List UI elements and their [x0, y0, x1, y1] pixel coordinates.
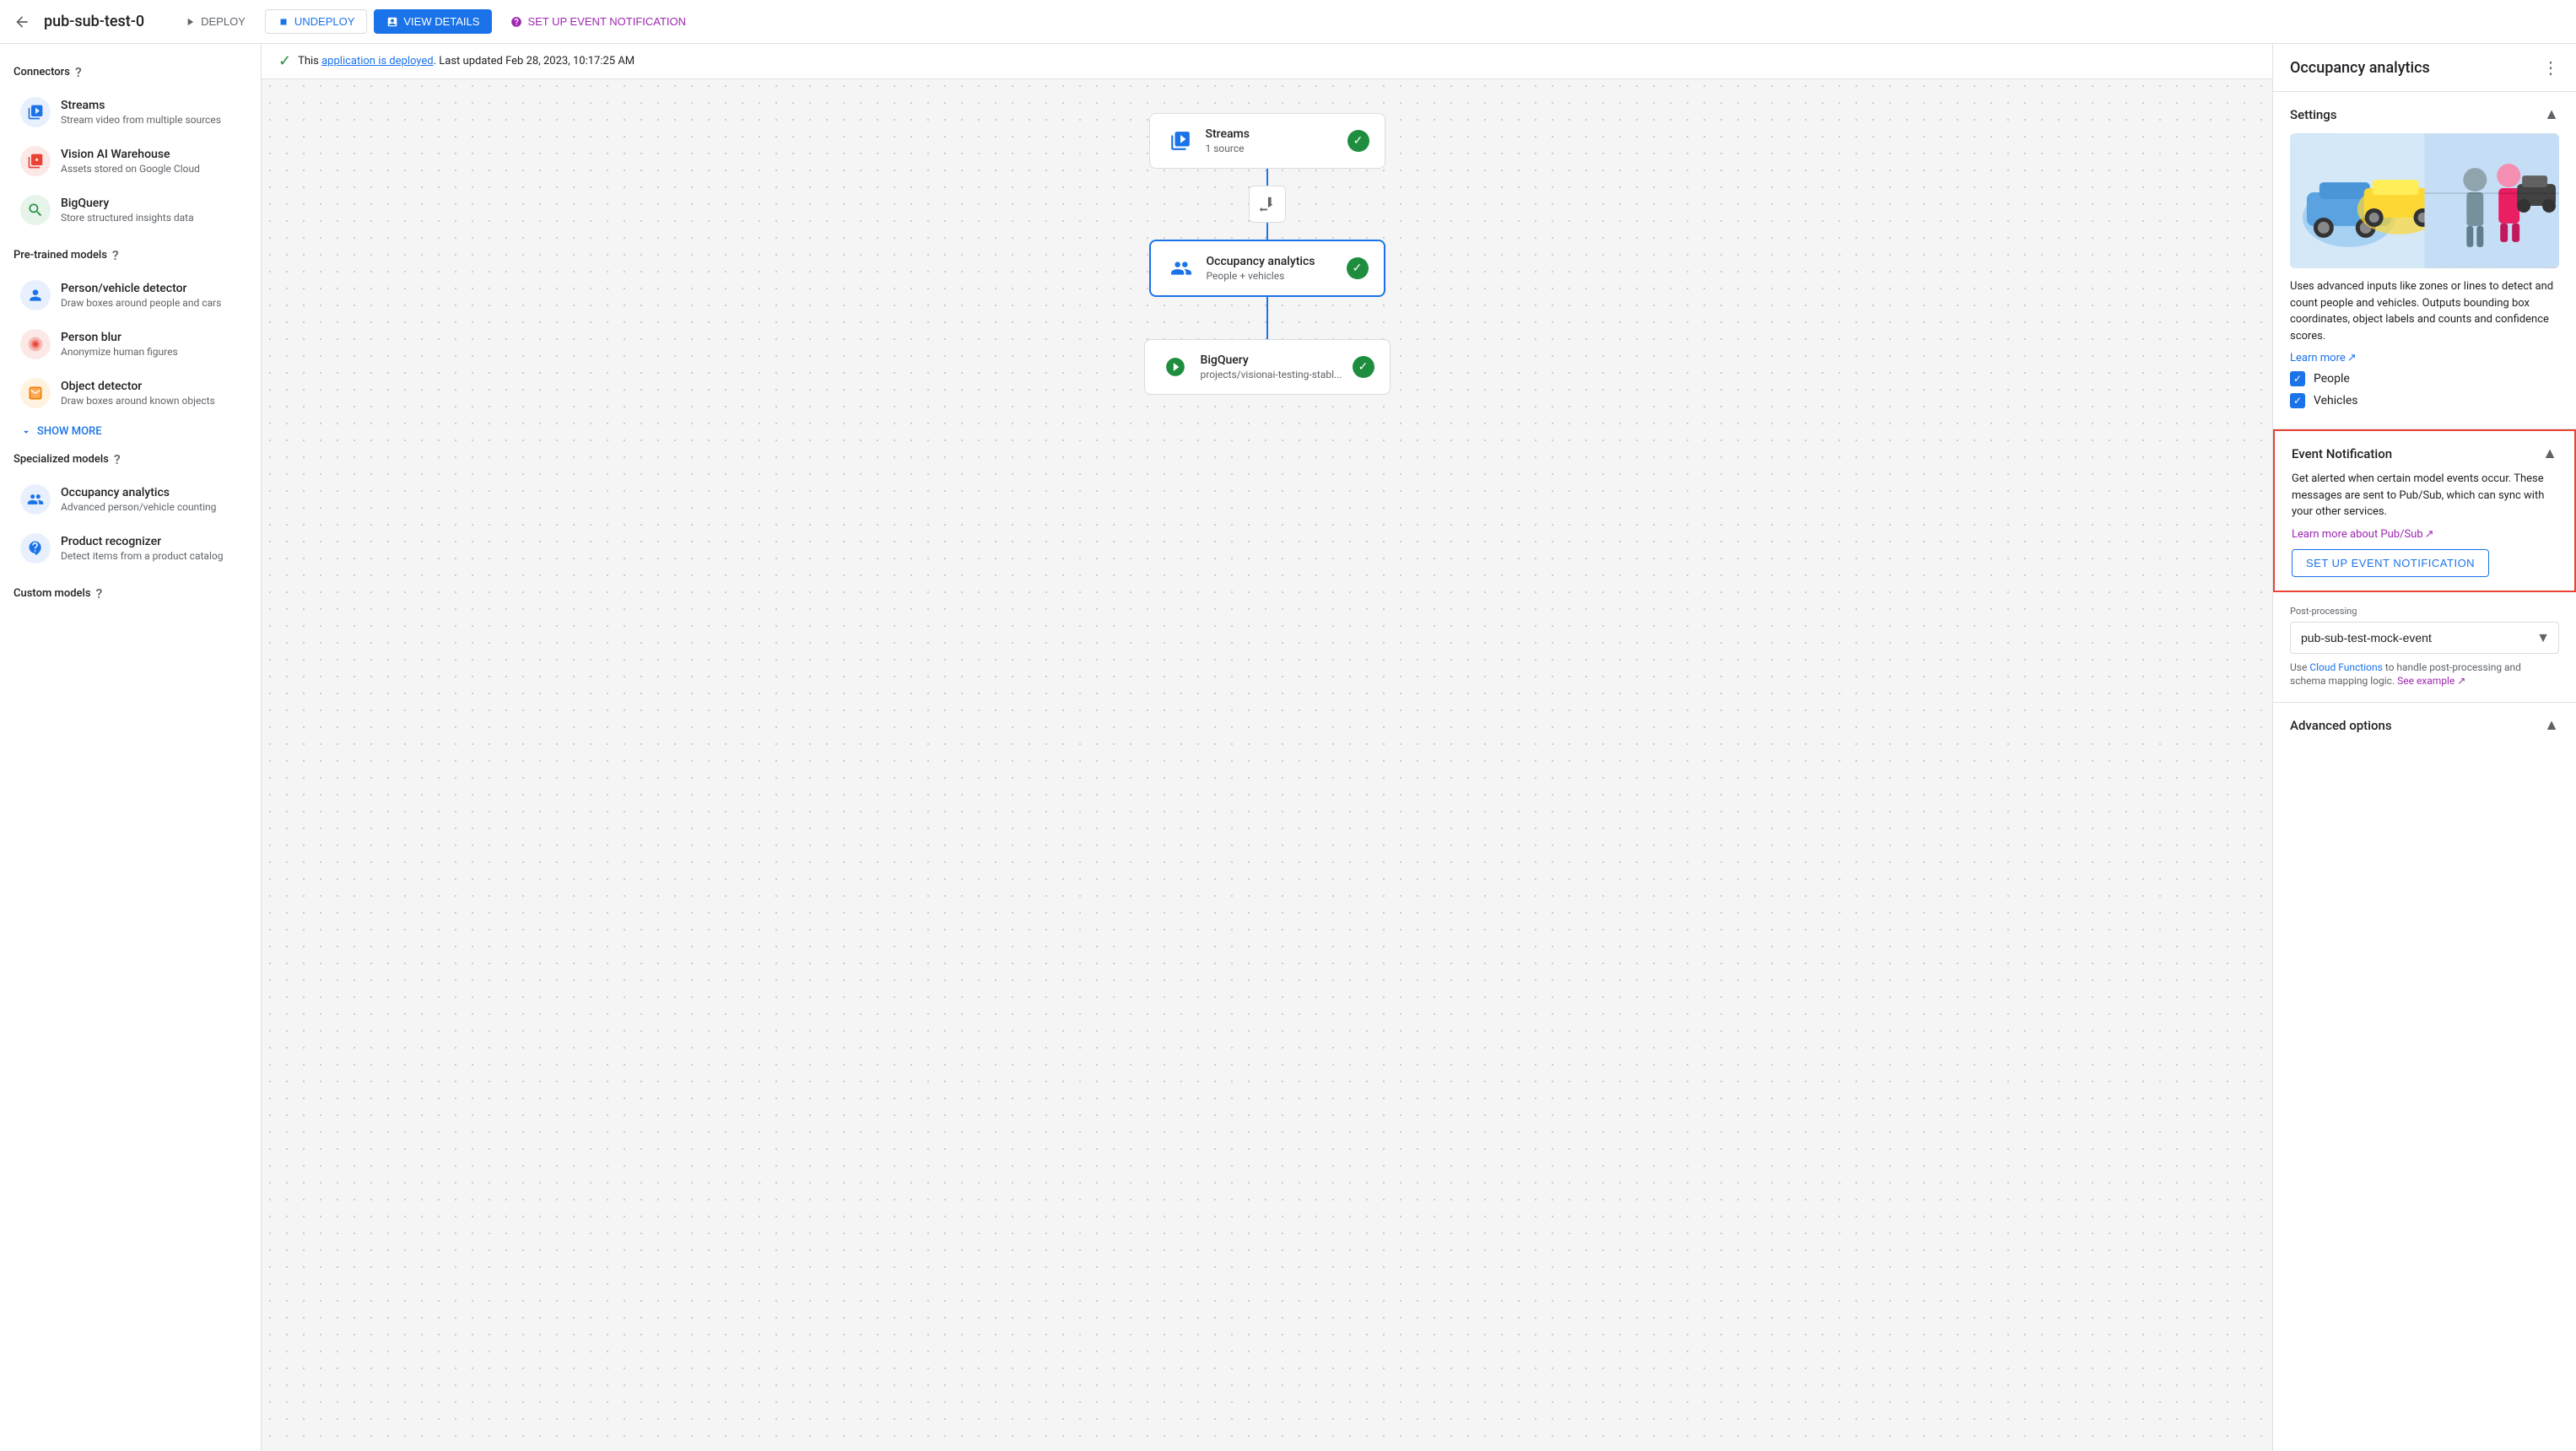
person-blur-icon: [20, 329, 51, 359]
post-processing-select[interactable]: pub-sub-test-mock-event: [2291, 623, 2558, 653]
analytics-illustration: [2290, 133, 2559, 268]
settings-description: Uses advanced inputs like zones or lines…: [2290, 278, 2559, 344]
setup-event-notification-button[interactable]: SET UP EVENT NOTIFICATION: [2292, 549, 2489, 577]
sidebar-item-occupancy[interactable]: Occupancy analytics Advanced person/vehi…: [7, 476, 254, 523]
flow-diagram: Streams 1 source ✓: [262, 79, 2272, 501]
post-processing-label: Post-processing: [2290, 606, 2559, 617]
canvas-area: ✓ This application is deployed. Last upd…: [262, 44, 2272, 1451]
topbar-actions: DEPLOY UNDEPLOY VIEW DETAILS SET UP EVEN…: [171, 9, 698, 34]
connector-2: [1266, 297, 1268, 339]
panel-menu-button[interactable]: ⋮: [2542, 57, 2559, 78]
flow-streams-icon: [1165, 126, 1196, 156]
sidebar-item-streams[interactable]: Streams Stream video from multiple sourc…: [7, 89, 254, 136]
streams-icon: [20, 97, 51, 127]
right-panel-title: Occupancy analytics: [2290, 59, 2430, 77]
bigquery-icon: [20, 195, 51, 225]
vision-icon: [20, 146, 51, 176]
setup-event-button[interactable]: SET UP EVENT NOTIFICATION: [499, 10, 698, 33]
back-button[interactable]: [14, 13, 30, 30]
people-label: People: [2314, 372, 2350, 386]
post-processing-desc: Use Cloud Functions to handle post-proce…: [2290, 661, 2559, 689]
deploy-button[interactable]: DEPLOY: [171, 9, 258, 34]
settings-title: Settings: [2290, 107, 2337, 122]
right-panel: Occupancy analytics ⋮ Settings ▲: [2272, 44, 2576, 1451]
status-bar: ✓ This application is deployed. Last upd…: [262, 44, 2272, 79]
see-example-link[interactable]: See example ↗: [2397, 675, 2465, 687]
transform-box: [1249, 186, 1286, 223]
bigquery-check-icon: ✓: [1353, 356, 1374, 378]
vehicles-checkbox-row: ✓ Vehicles: [2290, 393, 2559, 408]
sidebar-item-bigquery[interactable]: BigQuery Store structured insights data: [7, 186, 254, 234]
advanced-collapse-button[interactable]: ▲: [2544, 716, 2559, 734]
undeploy-button[interactable]: UNDEPLOY: [265, 9, 368, 34]
deployed-link[interactable]: application is deployed: [321, 55, 434, 67]
occupancy-check-icon: ✓: [1347, 257, 1369, 279]
person-vehicle-icon: [20, 280, 51, 310]
page-title: pub-sub-test-0: [44, 13, 144, 30]
post-processing-select-wrapper: pub-sub-test-mock-event ▼: [2290, 622, 2559, 654]
cloud-functions-link[interactable]: Cloud Functions: [2309, 661, 2382, 673]
connector-1: [1249, 169, 1286, 240]
main-layout: Connectors ? Streams Stream video from m…: [0, 44, 2576, 1451]
specialized-section-title: Specialized models ?: [0, 445, 261, 474]
event-collapse-button[interactable]: ▲: [2542, 445, 2557, 462]
flow-occupancy-icon: [1166, 253, 1196, 283]
custom-help-icon[interactable]: ?: [96, 585, 103, 601]
learn-more-link[interactable]: Learn more ↗: [2290, 352, 2357, 364]
custom-section-title: Custom models ?: [0, 579, 261, 608]
sidebar: Connectors ? Streams Stream video from m…: [0, 44, 262, 1451]
show-more-button[interactable]: SHOW MORE: [0, 418, 261, 445]
sidebar-item-person-vehicle[interactable]: Person/vehicle detector Draw boxes aroun…: [7, 272, 254, 319]
topbar: pub-sub-test-0 DEPLOY UNDEPLOY VIEW DETA…: [0, 0, 2576, 44]
connectors-help-icon[interactable]: ?: [75, 64, 82, 80]
flow-bigquery-icon: [1160, 352, 1191, 382]
advanced-options-section: Advanced options ▲: [2273, 703, 2576, 747]
object-detector-icon: [20, 378, 51, 408]
sidebar-item-vision[interactable]: Vision AI Warehouse Assets stored on Goo…: [7, 138, 254, 185]
event-notification-desc: Get alerted when certain model events oc…: [2292, 471, 2557, 521]
learn-pubsub-link[interactable]: Learn more about Pub/Sub ↗: [2292, 528, 2434, 541]
pretrained-section-title: Pre-trained models ?: [0, 240, 261, 270]
post-processing-section: Post-processing pub-sub-test-mock-event …: [2273, 592, 2576, 704]
people-checkbox[interactable]: ✓: [2290, 371, 2305, 386]
sidebar-item-object-detector[interactable]: Object detector Draw boxes around known …: [7, 369, 254, 417]
streams-check-icon: ✓: [1347, 130, 1369, 152]
occupancy-icon: [20, 484, 51, 515]
connectors-section-title: Connectors ?: [0, 57, 261, 87]
status-check-icon: ✓: [278, 52, 291, 70]
flow-node-occupancy[interactable]: Occupancy analytics People + vehicles ✓: [1149, 240, 1385, 297]
vehicles-label: Vehicles: [2314, 394, 2358, 407]
sidebar-item-product[interactable]: Product recognizer Detect items from a p…: [7, 525, 254, 572]
people-checkbox-row: ✓ People: [2290, 371, 2559, 386]
event-notification-title: Event Notification: [2292, 446, 2392, 461]
right-panel-header: Occupancy analytics ⋮: [2273, 44, 2576, 92]
settings-collapse-button[interactable]: ▲: [2544, 105, 2559, 123]
specialized-help-icon[interactable]: ?: [114, 451, 121, 467]
vehicles-checkbox[interactable]: ✓: [2290, 393, 2305, 408]
event-notification-section: Event Notification ▲ Get alerted when ce…: [2273, 429, 2576, 592]
flow-node-bigquery[interactable]: BigQuery projects/visionai-testing-stabl…: [1144, 339, 1391, 395]
view-details-button[interactable]: VIEW DETAILS: [374, 9, 492, 34]
pretrained-help-icon[interactable]: ?: [112, 247, 119, 263]
settings-section: Settings ▲: [2273, 92, 2576, 429]
advanced-title: Advanced options: [2290, 718, 2392, 733]
sidebar-item-person-blur[interactable]: Person blur Anonymize human figures: [7, 321, 254, 368]
product-icon: [20, 533, 51, 564]
flow-node-streams[interactable]: Streams 1 source ✓: [1149, 113, 1385, 169]
